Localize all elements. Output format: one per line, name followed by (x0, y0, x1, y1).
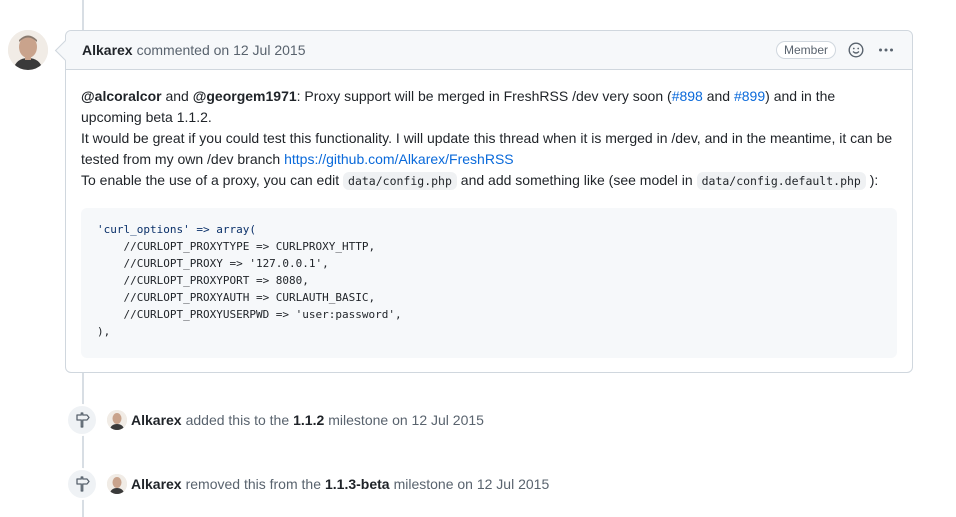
text-fragment: and (165, 88, 189, 104)
code-block: 'curl_options' => array( //CURLOPT_PROXY… (81, 208, 897, 358)
comment-author-link[interactable]: Alkarex (82, 42, 133, 58)
milestone-link[interactable]: 1.1.3-beta (325, 476, 390, 492)
milestone-icon (66, 404, 98, 436)
timeline-event-milestone-removed: Alkarex removed this from the 1.1.3-beta… (66, 468, 549, 500)
code-line: //CURLOPT_PROXYAUTH => CURLAUTH_BASIC, (97, 291, 376, 304)
event-author-link[interactable]: Alkarex (131, 412, 182, 428)
event-text: milestone on 12 Jul 2015 (393, 476, 550, 492)
text-fragment: and (706, 88, 731, 104)
comment-body: @alcoralcor and @georgem1971: Proxy supp… (66, 70, 912, 374)
code-line: //CURLOPT_PROXYUSERPWD => 'user:password… (97, 308, 402, 321)
issue-link-898[interactable]: #898 (672, 88, 703, 104)
code-line: ), (97, 325, 111, 338)
inline-code: data/config.default.php (696, 172, 866, 190)
event-text: added this to the (185, 412, 290, 428)
member-badge: Member (775, 41, 836, 59)
comment-paragraph-3: To enable the use of a proxy, you can ed… (81, 170, 897, 192)
kebab-horizontal-icon[interactable] (876, 40, 896, 60)
code-line: 'curl_options' => array( (97, 223, 256, 236)
comment-timestamp[interactable]: commented on 12 Jul 2015 (137, 42, 306, 58)
code-line: //CURLOPT_PROXYPORT => 8080, (97, 274, 309, 287)
event-text: milestone on 12 Jul 2015 (328, 412, 484, 428)
text-fragment: : Proxy support will be merged in FreshR… (296, 88, 672, 104)
avatar[interactable] (107, 474, 127, 494)
branch-link[interactable]: https://github.com/Alkarex/FreshRSS (284, 151, 514, 167)
milestone-icon (66, 468, 98, 500)
event-text: removed this from the (185, 476, 321, 492)
avatar[interactable] (8, 30, 48, 70)
issue-link-899[interactable]: #899 (734, 88, 765, 104)
code-line: //CURLOPT_PROXYTYPE => CURLPROXY_HTTP, (97, 240, 376, 253)
comment-box: Alkarex commented on 12 Jul 2015 Member … (65, 30, 913, 373)
code-line: //CURLOPT_PROXY => '127.0.0.1', (97, 257, 329, 270)
comment-header: Alkarex commented on 12 Jul 2015 Member (66, 31, 912, 70)
smiley-icon[interactable] (846, 40, 866, 60)
inline-code: data/config.php (343, 172, 457, 190)
milestone-link[interactable]: 1.1.2 (293, 412, 324, 428)
mention-link[interactable]: @alcoralcor (81, 88, 162, 104)
text-fragment: and add something like (see model in (460, 172, 693, 188)
comment-paragraph-2: It would be great if you could test this… (81, 128, 897, 170)
event-author-link[interactable]: Alkarex (131, 476, 182, 492)
mention-link[interactable]: @georgem1971 (193, 88, 297, 104)
text-fragment: ): (869, 172, 879, 188)
avatar[interactable] (107, 410, 127, 430)
text-fragment: To enable the use of a proxy, you can ed… (81, 172, 340, 188)
timeline-event-milestone-added: Alkarex added this to the 1.1.2 mileston… (66, 404, 484, 436)
comment-paragraph-1: @alcoralcor and @georgem1971: Proxy supp… (81, 86, 897, 128)
